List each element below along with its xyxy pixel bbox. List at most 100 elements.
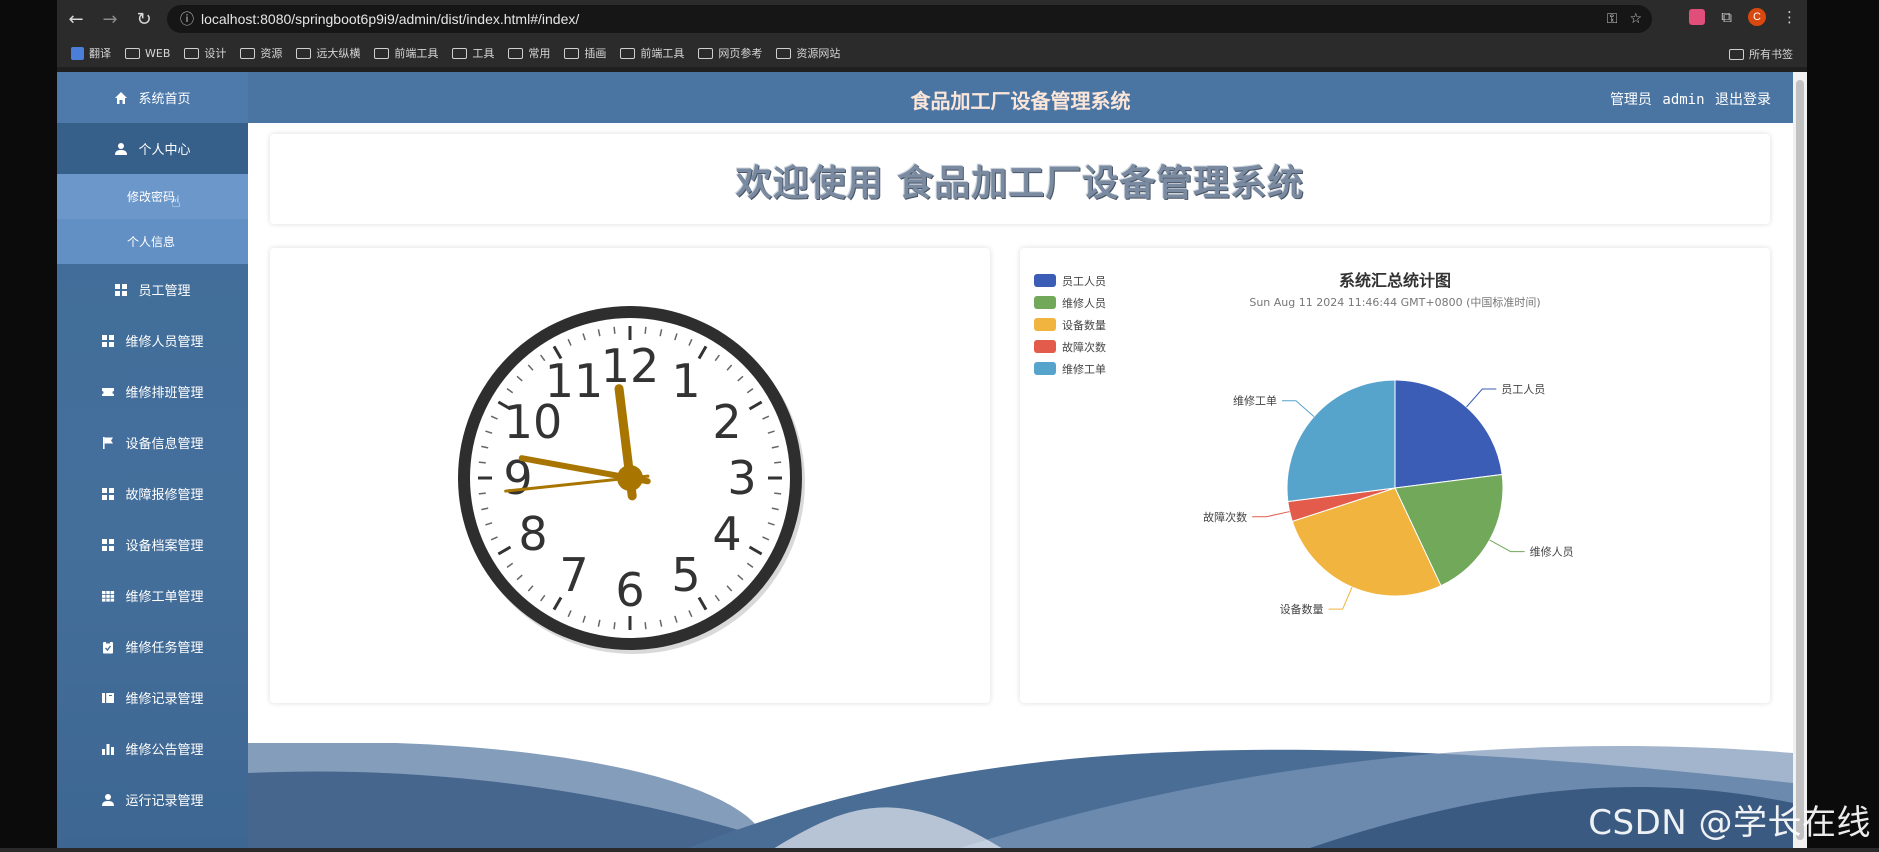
site-info-icon[interactable]: ⓘ bbox=[173, 9, 201, 29]
pie-label: 设备数量 bbox=[1280, 602, 1324, 616]
clock-card: 12 1 2 3 4 5 6 7 8 9 10 11 bbox=[270, 248, 990, 703]
sidebar: 系统首页 个人中心 修改密码 ☝ 个人信息 员工管理 维修人员管理 维修排班管理… bbox=[57, 72, 248, 852]
folder-icon bbox=[296, 47, 312, 59]
sidebar-item-run-records[interactable]: 运行记录管理 bbox=[57, 774, 248, 825]
extension-icon[interactable] bbox=[1689, 9, 1706, 25]
sidebar-item-tasks[interactable]: 维修任务管理 bbox=[57, 621, 248, 672]
bookmark-folder[interactable]: WEB bbox=[125, 47, 170, 60]
pie-slice[interactable] bbox=[1394, 379, 1503, 489]
top-header: 食品加工厂设备管理系统 管理员 admin 退出登录 bbox=[248, 72, 1793, 123]
folder-icon bbox=[620, 47, 636, 59]
menu-dots-icon[interactable]: ⋮ bbox=[1782, 8, 1797, 26]
role-label: 管理员 bbox=[1609, 92, 1652, 108]
pie-slice[interactable] bbox=[1286, 379, 1396, 503]
decorative-waves bbox=[248, 743, 1793, 852]
page-scrollbar[interactable] bbox=[1793, 72, 1807, 852]
reload-icon[interactable]: ↻ bbox=[129, 5, 159, 35]
folder-icon bbox=[452, 47, 468, 59]
clock-tick bbox=[478, 492, 486, 495]
scrollbar-thumb[interactable] bbox=[1796, 80, 1804, 840]
sidebar-item-repairers[interactable]: 维修人员管理 bbox=[57, 315, 248, 366]
clock-tick bbox=[478, 461, 486, 464]
sidebar-item-schedule[interactable]: 维修排班管理 bbox=[57, 366, 248, 417]
sidebar-item-announcements[interactable]: 维修公告管理 bbox=[57, 723, 248, 774]
welcome-heading: 欢迎使用 食品加工厂设备管理系统 bbox=[735, 163, 1305, 204]
star-icon[interactable]: ☆ bbox=[1629, 11, 1642, 27]
legend-swatch[interactable] bbox=[1034, 296, 1056, 309]
legend-label[interactable]: 维修工单 bbox=[1062, 362, 1106, 376]
all-bookmarks[interactable]: 所有书签 bbox=[1729, 46, 1793, 62]
clock-number: 11 bbox=[545, 354, 604, 408]
bookmark-folder[interactable]: 资源 bbox=[240, 45, 282, 61]
sidebar-item-fault-report[interactable]: 故障报修管理 bbox=[57, 468, 248, 519]
bookmark-folder[interactable]: 常用 bbox=[508, 45, 550, 61]
analog-clock: 12 1234567891011 bbox=[458, 306, 805, 654]
sidebar-item-equipment[interactable]: 设备信息管理 bbox=[57, 417, 248, 468]
sidebar-item-records[interactable]: 维修记录管理 bbox=[57, 672, 248, 723]
legend-label[interactable]: 员工人员 bbox=[1062, 275, 1106, 288]
back-icon[interactable]: ← bbox=[61, 5, 91, 35]
system-title: 食品加工厂设备管理系统 bbox=[910, 89, 1131, 113]
logout-link[interactable]: 退出登录 bbox=[1715, 92, 1771, 108]
address-bar[interactable]: ⓘ localhost:8080/springboot6p9i9/admin/d… bbox=[167, 5, 1652, 33]
clock-number: 4 bbox=[712, 507, 741, 561]
taskbar-edge bbox=[0, 848, 1879, 852]
sidebar-subitem-personal-info[interactable]: 个人信息 bbox=[57, 219, 248, 264]
legend-label[interactable]: 设备数量 bbox=[1062, 318, 1106, 332]
clock-number: 12 bbox=[601, 339, 660, 393]
bookmark-folder[interactable]: 远大纵横 bbox=[296, 45, 360, 61]
sidebar-item-work-orders[interactable]: 维修工单管理 bbox=[57, 570, 248, 621]
bookmark-folder[interactable]: 设计 bbox=[184, 45, 226, 61]
bookmark-translate[interactable]: 翻译 bbox=[71, 45, 111, 61]
bookmark-folder[interactable]: 前端工具 bbox=[374, 45, 438, 61]
pie-label: 员工人员 bbox=[1501, 383, 1545, 396]
clipboard-icon bbox=[101, 640, 115, 654]
bookmark-folder[interactable]: 工具 bbox=[452, 45, 494, 61]
forward-icon[interactable]: → bbox=[95, 5, 125, 35]
clock-number: 7 bbox=[559, 548, 588, 602]
key-icon[interactable]: ⚿ bbox=[1607, 11, 1618, 27]
user-icon bbox=[114, 142, 128, 156]
sidebar-item-personal-center[interactable]: 个人中心 bbox=[57, 123, 248, 174]
folder-icon bbox=[1729, 48, 1744, 60]
folder-icon bbox=[776, 47, 792, 59]
pie-leader-line bbox=[1281, 400, 1315, 417]
clock-tick bbox=[613, 622, 616, 630]
clock-tick bbox=[644, 622, 647, 630]
pie-leader-line bbox=[1489, 539, 1525, 553]
legend-swatch[interactable] bbox=[1034, 362, 1056, 375]
ticket-icon bbox=[101, 385, 115, 399]
bookmark-folder[interactable]: 插画 bbox=[564, 45, 606, 61]
pie-label: 维修人员 bbox=[1530, 545, 1574, 559]
sidebar-item-home[interactable]: 系统首页 bbox=[57, 72, 248, 123]
folder-icon bbox=[184, 47, 200, 59]
legend-swatch[interactable] bbox=[1034, 274, 1056, 287]
sidebar-item-equipment-archive[interactable]: 设备档案管理 bbox=[57, 519, 248, 570]
pie-leader-line bbox=[1466, 388, 1497, 408]
bookmark-folder[interactable]: 资源网站 bbox=[776, 45, 840, 61]
folder-icon bbox=[698, 47, 714, 59]
puzzle-icon[interactable]: ⧉ bbox=[1721, 8, 1732, 26]
legend-swatch[interactable] bbox=[1034, 318, 1056, 331]
clock-center-cap bbox=[617, 465, 643, 491]
clock-number: 1 bbox=[671, 354, 700, 408]
bookmarks-bar: 翻译 WEB 设计 资源 远大纵横 前端工具 工具 常用 插画 前端工具 网页参… bbox=[57, 39, 1807, 67]
bookmark-folder[interactable]: 前端工具 bbox=[620, 45, 684, 61]
legend-label[interactable]: 故障次数 bbox=[1062, 340, 1106, 354]
clock-number: 3 bbox=[727, 451, 756, 505]
legend-label[interactable]: 维修人员 bbox=[1062, 296, 1106, 310]
home-icon bbox=[114, 91, 128, 105]
sidebar-subitem-change-password[interactable]: 修改密码 ☝ bbox=[57, 174, 248, 219]
browser-toolbar: ← → ↻ ⓘ localhost:8080/springboot6p9i9/a… bbox=[57, 0, 1807, 39]
pie-label: 故障次数 bbox=[1203, 510, 1247, 524]
url-text[interactable]: localhost:8080/springboot6p9i9/admin/dis… bbox=[201, 11, 579, 27]
grid-icon bbox=[114, 283, 128, 297]
main-content: 欢迎使用 食品加工厂设备管理系统 12 1 2 3 4 5 6 7 8 9 10 11 系统汇总统计图… bbox=[248, 123, 1793, 852]
bar-chart-icon bbox=[101, 742, 115, 756]
profile-avatar[interactable]: C bbox=[1748, 8, 1766, 26]
sidebar-item-staff[interactable]: 员工管理 bbox=[57, 264, 248, 315]
clock-tick bbox=[613, 326, 616, 334]
folder-icon bbox=[564, 47, 580, 59]
bookmark-folder[interactable]: 网页参考 bbox=[698, 45, 762, 61]
legend-swatch[interactable] bbox=[1034, 340, 1056, 353]
